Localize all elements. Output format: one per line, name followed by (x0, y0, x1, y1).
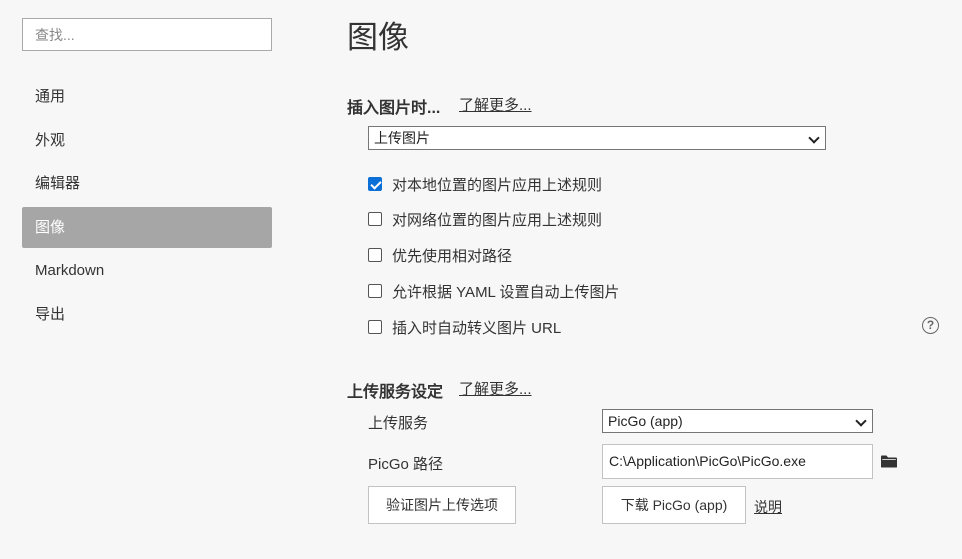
option-label: 对本地位置的图片应用上述规则 (392, 176, 603, 194)
picgo-path-input[interactable]: C:\Application\PicGo\PicGo.exe (602, 444, 873, 479)
sidebar-item-general[interactable]: 通用 (22, 76, 272, 117)
sidebar-item-image[interactable]: 图像 (22, 206, 272, 248)
upload-service-label: 上传服务 (368, 415, 429, 432)
help-icon[interactable]: ? (922, 317, 939, 334)
insert-learn-more-link[interactable]: 了解更多... (459, 94, 532, 115)
chevron-down-icon (808, 132, 820, 144)
insert-action-value: 上传图片 (374, 130, 430, 146)
upload-service-select[interactable]: PicGo (app) (602, 409, 873, 433)
option-network-images[interactable]: 对网络位置的图片应用上述规则 (368, 208, 602, 230)
sidebar: 通用 外观 编辑器 图像 Markdown 导出 (0, 0, 295, 559)
option-local-images[interactable]: 对本地位置的图片应用上述规则 (368, 173, 602, 195)
sidebar-item-editor[interactable]: 编辑器 (22, 163, 272, 204)
option-label: 对网络位置的图片应用上述规则 (392, 211, 603, 229)
option-label: 优先使用相对路径 (392, 247, 513, 265)
checkbox[interactable] (368, 248, 382, 262)
option-label: 插入时自动转义图片 URL (392, 319, 562, 337)
folder-icon[interactable] (881, 455, 897, 468)
insert-action-select[interactable]: 上传图片 (368, 126, 826, 150)
checkbox[interactable] (368, 212, 382, 226)
checkbox-checked[interactable] (368, 177, 382, 191)
option-relative-path[interactable]: 优先使用相对路径 (368, 244, 512, 266)
search-input[interactable] (22, 18, 272, 51)
option-yaml-auto-upload[interactable]: 允许根据 YAML 设置自动上传图片 (368, 280, 620, 302)
upload-section-heading: 上传服务设定 (347, 384, 444, 401)
sidebar-item-export[interactable]: 导出 (22, 294, 272, 335)
insert-section-heading: 插入图片时... (347, 100, 441, 117)
option-escape-url[interactable]: 插入时自动转义图片 URL (368, 316, 561, 338)
picgo-path-label: PicGo 路径 (368, 456, 444, 473)
upload-learn-more-link[interactable]: 了解更多... (459, 378, 532, 399)
checkbox[interactable] (368, 284, 382, 298)
verify-upload-button[interactable]: 验证图片上传选项 (368, 486, 516, 524)
upload-service-value: PicGo (app) (608, 413, 683, 429)
checkbox[interactable] (368, 320, 382, 334)
main-panel: 图像 插入图片时... 了解更多... 上传图片 对本地位置的图片应用上述规则 … (347, 0, 962, 559)
sidebar-nav: 通用 外观 编辑器 图像 Markdown 导出 (22, 76, 272, 337)
instructions-link[interactable]: 说明 (754, 497, 782, 517)
sidebar-item-appearance[interactable]: 外观 (22, 120, 272, 161)
download-picgo-button[interactable]: 下载 PicGo (app) (602, 486, 746, 524)
chevron-down-icon (855, 415, 867, 427)
option-label: 允许根据 YAML 设置自动上传图片 (392, 283, 620, 301)
sidebar-item-markdown[interactable]: Markdown (22, 250, 272, 291)
page-title: 图像 (347, 20, 409, 55)
